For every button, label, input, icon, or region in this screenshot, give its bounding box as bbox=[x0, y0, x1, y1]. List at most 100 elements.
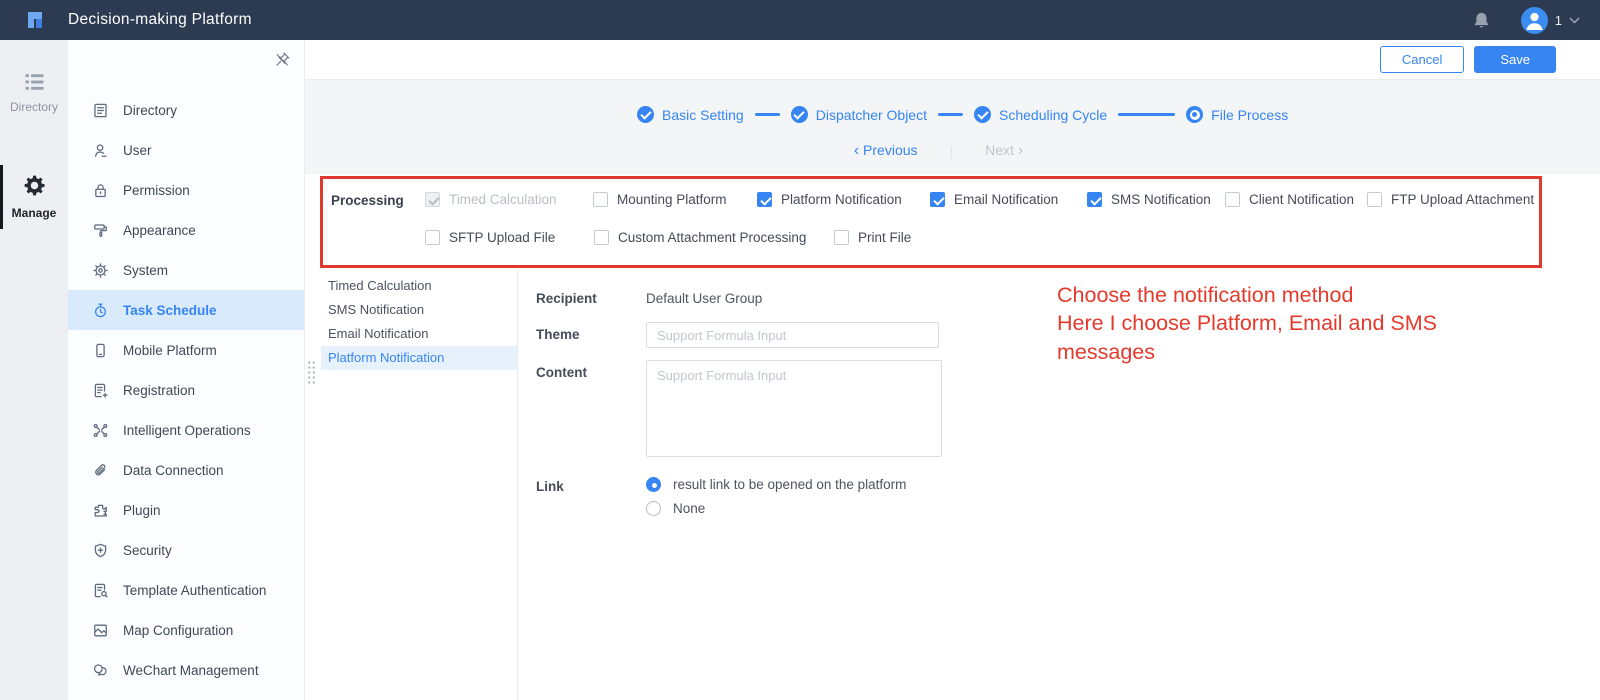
content-label: Content bbox=[536, 365, 587, 380]
sidebar-item-wechart-management[interactable]: WeChart Management bbox=[68, 650, 304, 690]
chat-bubbles-icon bbox=[93, 663, 107, 676]
phone-icon bbox=[96, 343, 105, 357]
sidebar-item-permission[interactable]: Permission bbox=[68, 170, 304, 210]
shield-plus-icon bbox=[94, 543, 107, 557]
checkbox-mounting-platform[interactable]: Mounting Platform bbox=[593, 192, 727, 207]
checkbox-icon bbox=[1225, 192, 1240, 207]
next-button[interactable]: Next › bbox=[985, 142, 1023, 160]
sidebar-item-mobile-platform[interactable]: Mobile Platform bbox=[68, 330, 304, 370]
sidebar-item-security[interactable]: Security bbox=[68, 530, 304, 570]
pin-slash-icon[interactable] bbox=[274, 51, 291, 68]
checkbox-icon bbox=[594, 230, 609, 245]
step-label: Dispatcher Object bbox=[815, 106, 927, 123]
recipient-value: Default User Group bbox=[646, 291, 763, 306]
annotation-line: Here I choose Platform, Email and SMS bbox=[1057, 311, 1437, 336]
save-button[interactable]: Save bbox=[1474, 46, 1556, 73]
checkbox-print-file[interactable]: Print File bbox=[834, 230, 911, 245]
sidebar-item-label: System bbox=[123, 262, 169, 278]
sidebar-item-template-authentication[interactable]: Template Authentication bbox=[68, 570, 304, 610]
user-avatar[interactable] bbox=[1520, 6, 1548, 34]
puzzle-icon bbox=[94, 504, 107, 517]
paperclip-icon bbox=[95, 463, 106, 475]
user-icon bbox=[94, 143, 107, 157]
sidebar-item-appearance[interactable]: Appearance bbox=[68, 210, 304, 250]
cancel-button[interactable]: Cancel bbox=[1379, 46, 1465, 73]
notification-bell-icon[interactable] bbox=[1472, 11, 1491, 30]
sidebar-item-label: Registration bbox=[123, 382, 196, 398]
checkbox-sms-notification[interactable]: SMS Notification bbox=[1087, 192, 1211, 207]
recipient-row: Recipient Default User Group bbox=[536, 286, 762, 306]
sidebar-item-label: Intelligent Operations bbox=[123, 422, 251, 438]
checkbox-platform-notification[interactable]: Platform Notification bbox=[757, 192, 902, 207]
checkbox-ftp-upload-attachment[interactable]: FTP Upload Attachment bbox=[1367, 192, 1534, 207]
primary-rail: Directory Manage bbox=[0, 40, 68, 700]
drag-handle[interactable] bbox=[307, 360, 316, 384]
sidebar-item-label: Security bbox=[123, 542, 172, 558]
step-check-icon bbox=[974, 106, 991, 123]
step-check-icon bbox=[790, 106, 808, 123]
app-window: Decision-making Platform 1 Directory Man… bbox=[0, 0, 1600, 700]
checkbox-timed-calculation[interactable]: Timed Calculation bbox=[425, 192, 557, 207]
wizard-nav: ‹ Previous | Next › bbox=[291, 142, 1586, 160]
step-connector bbox=[754, 113, 780, 116]
checkbox-icon bbox=[1087, 192, 1102, 207]
rail-item-directory[interactable]: Directory bbox=[0, 73, 68, 114]
sidebar-menu: Directory User Permission Appearance Sys… bbox=[68, 90, 304, 690]
subtab-email-notification[interactable]: Email Notification bbox=[321, 322, 517, 346]
radio-icon bbox=[646, 501, 661, 516]
step-basic-setting[interactable]: Basic Setting bbox=[637, 106, 744, 123]
image-icon bbox=[94, 624, 107, 636]
chevron-left-icon: ‹ bbox=[853, 142, 860, 159]
link-label: Link bbox=[536, 479, 564, 494]
annotation-text: Choose the notification method Here I ch… bbox=[1057, 281, 1437, 366]
wizard-band: Basic Setting Dispatcher Object Scheduli… bbox=[305, 80, 1600, 174]
theme-input[interactable] bbox=[646, 322, 939, 348]
checkbox-custom-attachment-processing[interactable]: Custom Attachment Processing bbox=[594, 230, 806, 245]
annotation-line: Choose the notification method bbox=[1057, 283, 1354, 307]
radio-none[interactable]: None bbox=[646, 501, 906, 516]
sidebar-item-label: WeChart Management bbox=[123, 662, 259, 678]
step-label: Scheduling Cycle bbox=[999, 106, 1108, 123]
previous-button[interactable]: ‹ Previous bbox=[854, 142, 918, 160]
main-panel: Cancel Save Basic Setting Dispatcher Obj… bbox=[305, 40, 1600, 700]
step-scheduling-cycle[interactable]: Scheduling Cycle bbox=[974, 106, 1107, 123]
radio-result-link[interactable]: result link to be opened on the platform bbox=[646, 477, 906, 492]
processing-annotation-box: Processing Timed Calculation Mounting Pl… bbox=[320, 176, 1542, 268]
sidebar-item-label: Task Schedule bbox=[123, 302, 217, 318]
app-title: Decision-making Platform bbox=[68, 11, 252, 28]
checkbox-email-notification[interactable]: Email Notification bbox=[930, 192, 1058, 207]
subtab-platform-notification[interactable]: Platform Notification bbox=[321, 346, 517, 370]
checkbox-icon bbox=[834, 230, 849, 245]
sidebar-item-intelligent-operations[interactable]: Intelligent Operations bbox=[68, 410, 304, 450]
checkbox-icon bbox=[1367, 192, 1382, 207]
chevron-down-icon[interactable] bbox=[1569, 16, 1580, 24]
sidebar-item-user[interactable]: User bbox=[68, 130, 304, 170]
sidebar-item-directory[interactable]: Directory bbox=[68, 90, 304, 130]
sidebar-item-label: Directory bbox=[123, 102, 178, 118]
content-textarea[interactable] bbox=[646, 360, 942, 457]
subtab-sms-notification[interactable]: SMS Notification bbox=[321, 298, 517, 322]
nodes-icon bbox=[93, 423, 108, 437]
sidebar-item-task-schedule[interactable]: Task Schedule bbox=[68, 290, 304, 330]
sidebar-item-label: User bbox=[123, 142, 152, 158]
step-file-process[interactable]: File Process bbox=[1186, 106, 1288, 123]
checkbox-icon bbox=[425, 230, 440, 245]
top-header: Decision-making Platform 1 bbox=[0, 0, 1600, 40]
checkbox-icon bbox=[757, 192, 772, 207]
sidebar-item-plugin[interactable]: Plugin bbox=[68, 490, 304, 530]
nav-separator: | bbox=[949, 143, 954, 159]
checkbox-sftp-upload-file[interactable]: SFTP Upload File bbox=[425, 230, 555, 245]
checkbox-client-notification[interactable]: Client Notification bbox=[1225, 192, 1354, 207]
user-count: 1 bbox=[1554, 12, 1562, 28]
rail-item-manage[interactable]: Manage bbox=[0, 165, 68, 229]
sidebar-item-registration[interactable]: Registration bbox=[68, 370, 304, 410]
subtab-timed-calculation[interactable]: Timed Calculation bbox=[321, 274, 517, 298]
sidebar-item-label: Appearance bbox=[123, 222, 196, 238]
sidebar-item-label: Map Configuration bbox=[123, 622, 234, 638]
checkbox-icon bbox=[425, 192, 440, 207]
sidebar-item-data-connection[interactable]: Data Connection bbox=[68, 450, 304, 490]
sidebar-item-system[interactable]: System bbox=[68, 250, 304, 290]
sidebar-item-map-configuration[interactable]: Map Configuration bbox=[68, 610, 304, 650]
step-dispatcher-object[interactable]: Dispatcher Object bbox=[790, 106, 927, 123]
checkbox-icon bbox=[930, 192, 945, 207]
